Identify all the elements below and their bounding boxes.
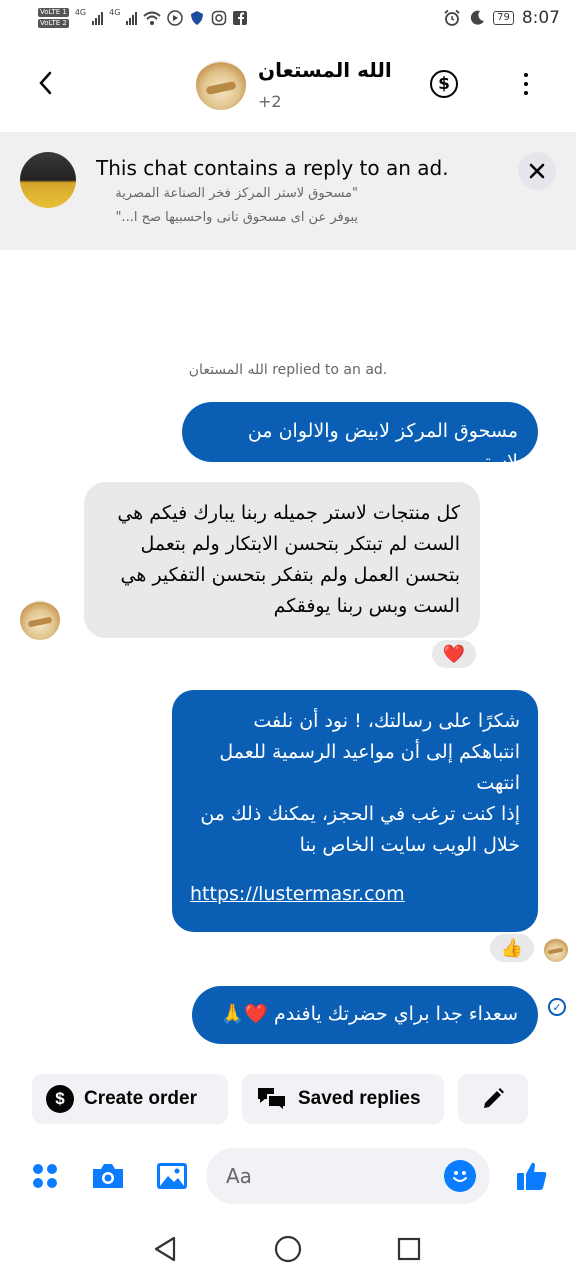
play-icon [167, 10, 184, 26]
ad-reply-banner[interactable]: This chat contains a reply to an ad. "مس… [0, 132, 576, 250]
apps-grid-icon [33, 1164, 57, 1188]
chevron-left-icon [39, 71, 52, 95]
nav-back-icon [154, 1236, 176, 1262]
network-1-label: 4G [74, 8, 87, 17]
shield-icon [191, 11, 204, 25]
chat-avatar[interactable] [196, 60, 246, 110]
clock: 8:07 [521, 8, 560, 28]
message-composer [0, 1144, 576, 1208]
network-2-label: 4G [109, 8, 121, 17]
chat-header: الله المستعان +2 $ [0, 40, 576, 130]
nav-back-button[interactable] [148, 1232, 182, 1266]
dollar-icon: $ [46, 1085, 74, 1113]
chat-name[interactable]: الله المستعان [258, 58, 392, 82]
apps-grid-button[interactable] [27, 1158, 63, 1194]
message-text: كل منتجات لاستر جميله ربنا يبارك فيكم هي… [117, 502, 460, 617]
nav-recents-icon [397, 1237, 421, 1261]
payment-button[interactable]: $ [430, 70, 458, 98]
instagram-icon [212, 10, 227, 26]
create-order-button[interactable]: $ Create order [32, 1074, 228, 1124]
thumbs-up-icon [517, 1162, 547, 1190]
back-button[interactable] [34, 68, 58, 98]
chat-bubbles-icon [258, 1088, 287, 1113]
seen-avatar [544, 938, 568, 962]
saved-replies-button[interactable]: Saved replies [242, 1074, 444, 1124]
close-banner-button[interactable] [518, 152, 556, 190]
outgoing-message[interactable]: شكرًا على رسالتك، ! نود أن نلفت انتباهكم… [172, 690, 538, 932]
signal-icon [126, 11, 138, 25]
status-right: 79 8:07 [443, 8, 560, 28]
wifi-icon [143, 11, 162, 25]
thumbs-up-reaction[interactable]: 👍 [488, 932, 536, 964]
pencil-icon [484, 1088, 504, 1108]
status-bar: VoLTE 1 VoLTE 2 4G 4G 79 8:07 [0, 0, 576, 36]
status-left: VoLTE 1 VoLTE 2 4G 4G [38, 8, 248, 28]
nav-home-icon [274, 1235, 302, 1263]
moon-icon [470, 10, 485, 25]
outgoing-message[interactable]: سعداء جدا براي حضرتك يافندم ❤️🙏 [192, 986, 538, 1044]
message-text-line: إذا كنت ترغب في الحجز، يمكنك ذلك من خلال… [200, 803, 520, 856]
incoming-message[interactable]: كل منتجات لاستر جميله ربنا يبارك فيكم هي… [84, 482, 480, 638]
volte-1-label: VoLTE 1 [38, 8, 69, 17]
dollar-icon: $ [438, 74, 450, 94]
gallery-icon [157, 1163, 187, 1189]
alarm-icon [444, 9, 460, 26]
saved-replies-label: Saved replies [298, 1088, 421, 1109]
volte-2-label: VoLTE 2 [38, 19, 69, 28]
emoji-button[interactable] [444, 1160, 476, 1192]
sent-check-icon: ✓ [548, 998, 566, 1016]
nav-home-button[interactable] [271, 1232, 305, 1266]
emoji-icon [453, 1171, 467, 1182]
sender-avatar[interactable] [20, 600, 60, 640]
message-text: مسحوق المركز لابيض والالوان من لاستر [247, 420, 518, 473]
message-text-line: شكرًا على رسالتك، ! نود أن نلفت انتباهكم… [219, 710, 520, 794]
signal-icon [92, 11, 104, 25]
facebook-icon [233, 11, 248, 25]
gallery-button[interactable] [154, 1158, 190, 1194]
edit-button[interactable] [458, 1074, 528, 1124]
heart-reaction[interactable]: ❤️ [430, 638, 478, 670]
quick-actions: $ Create order Saved replies [0, 1074, 576, 1124]
participants-count: +2 [258, 92, 282, 111]
ad-snippet-line2: يبوفر عن اى مسحوق تانى واحسبيها صح ا..." [115, 210, 358, 225]
volte-indicators: VoLTE 1 VoLTE 2 [38, 8, 69, 28]
camera-icon [93, 1164, 123, 1188]
message-text: سعداء جدا براي حضرتك يافندم ❤️🙏 [220, 1003, 518, 1025]
replied-to-ad-note: الله المستعان replied to an ad. [188, 362, 388, 378]
system-nav-bar [0, 1216, 576, 1280]
create-order-label: Create order [84, 1088, 197, 1109]
battery-level: 79 [493, 11, 514, 25]
like-button[interactable] [514, 1158, 550, 1194]
nav-recents-button[interactable] [392, 1232, 426, 1266]
ad-banner-title: This chat contains a reply to an ad. [96, 156, 449, 180]
ad-thumbnail [20, 152, 76, 208]
close-icon [529, 163, 545, 179]
camera-button[interactable] [90, 1158, 126, 1194]
more-options-button[interactable] [516, 70, 536, 98]
website-link[interactable]: https://lustermasr.com [190, 879, 520, 910]
ad-snippet-line1: "مسحوق لاستر المركز فخر الصناعة المصرية [115, 186, 358, 201]
outgoing-message[interactable]: مسحوق المركز لابيض والالوان من لاستر [182, 402, 538, 473]
